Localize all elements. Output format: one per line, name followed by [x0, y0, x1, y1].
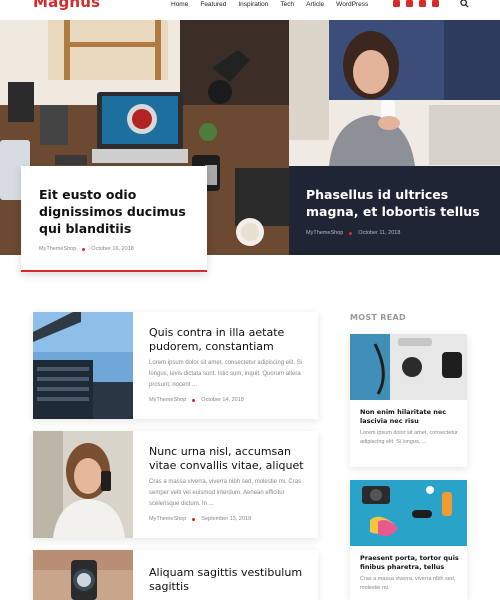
sidebar-item-title[interactable]: Non enim hilaritate nec lascivia nec ris…: [360, 408, 460, 426]
article-title[interactable]: Aliquam sagittis vestibulum sagittis: [149, 566, 309, 594]
article-title[interactable]: Nunc urna nisl, accumsan vitae convallis…: [149, 445, 309, 473]
site-header: Magnus Home Featured Inspiration Tech Ar…: [0, 0, 500, 20]
meta-dot: [349, 231, 353, 235]
list-item[interactable]: Aliquam sagittis vestibulum sagittis: [33, 550, 318, 600]
article-meta: MyThemeShop October 14, 2018: [149, 397, 244, 403]
site-logo[interactable]: Magnus: [33, 0, 100, 11]
nav-item-home[interactable]: Home: [171, 0, 188, 9]
beach-items-photo: [350, 480, 467, 546]
facebook-icon[interactable]: [393, 0, 400, 7]
meta-dot: [192, 517, 196, 521]
building-photo: [33, 312, 133, 419]
article-thumbnail[interactable]: [33, 550, 133, 600]
hero-right-title[interactable]: Phasellus id ultrices magna, et lobortis…: [306, 186, 486, 220]
hero-left-author[interactable]: MyThemeShop: [39, 246, 76, 252]
sidebar-item-excerpt: Cras a massa viverra, viverra nibh sed, …: [360, 576, 456, 591]
medical-items-photo: [350, 334, 467, 400]
sidebar-thumbnail[interactable]: [350, 480, 467, 546]
sidebar-item[interactable]: Non enim hilaritate nec lascivia nec ris…: [350, 334, 467, 467]
article-meta: MyThemeShop September 13, 2018: [149, 516, 251, 522]
article-thumbnail[interactable]: [33, 312, 133, 419]
article-author[interactable]: MyThemeShop: [149, 397, 186, 403]
sidebar-item[interactable]: Praesent porta, tortor quis finibus phar…: [350, 480, 467, 600]
nav-item-featured[interactable]: Featured: [200, 0, 226, 9]
sidebar-thumbnail[interactable]: [350, 334, 467, 400]
hero-right-meta: MyThemeShop October 11, 2018: [306, 230, 400, 236]
list-item[interactable]: Nunc urna nisl, accumsan vitae convallis…: [33, 431, 318, 538]
article-date: October 14, 2018: [201, 397, 244, 403]
youtube-icon[interactable]: [432, 0, 439, 7]
sidebar-item-excerpt: Lorem ipsum dolor sit amet, consectetur …: [360, 430, 458, 445]
main-nav: Home Featured Inspiration Tech Article W…: [171, 0, 380, 9]
article-thumbnail[interactable]: [33, 431, 133, 538]
wristwatch-photo: [33, 550, 133, 600]
social-icons: [393, 0, 439, 7]
hero-left-date: October 16, 2018: [91, 246, 134, 252]
instagram-icon[interactable]: [419, 0, 426, 7]
sidebar-heading: MOST READ: [350, 313, 406, 322]
hero-left-card[interactable]: Eit eusto odio dignissimos ducimus qui b…: [21, 166, 207, 272]
smiling-woman-photo: [33, 431, 133, 538]
nav-item-wordpress[interactable]: WordPress: [336, 0, 368, 9]
sidebar-item-title[interactable]: Praesent porta, tortor quis finibus phar…: [360, 554, 460, 572]
hero-left-title[interactable]: Eit eusto odio dignissimos ducimus qui b…: [39, 186, 199, 237]
hero-right-date: October 11, 2018: [358, 230, 401, 236]
article-excerpt: Lorem ipsum dolor sit amet, consectetur …: [149, 360, 303, 388]
twitter-icon[interactable]: [406, 0, 413, 7]
hero-left-meta: MyThemeShop October 16, 2018: [39, 246, 134, 252]
meta-dot: [192, 398, 196, 402]
nav-item-article[interactable]: Article: [306, 0, 324, 9]
meta-dot: [82, 247, 86, 251]
article-date: September 13, 2018: [201, 516, 252, 522]
nav-item-tech[interactable]: Tech: [280, 0, 294, 9]
article-excerpt: Cras a massa viverra, viverra nibh sed, …: [149, 479, 302, 507]
nav-item-inspiration[interactable]: Inspiration: [238, 0, 268, 9]
hero-right-author[interactable]: MyThemeShop: [306, 230, 343, 236]
list-item[interactable]: Quis contra in illa aetate pudorem, cons…: [33, 312, 318, 419]
article-title[interactable]: Quis contra in illa aetate pudorem, cons…: [149, 326, 309, 354]
article-author[interactable]: MyThemeShop: [149, 516, 186, 522]
search-icon[interactable]: [460, 0, 469, 8]
